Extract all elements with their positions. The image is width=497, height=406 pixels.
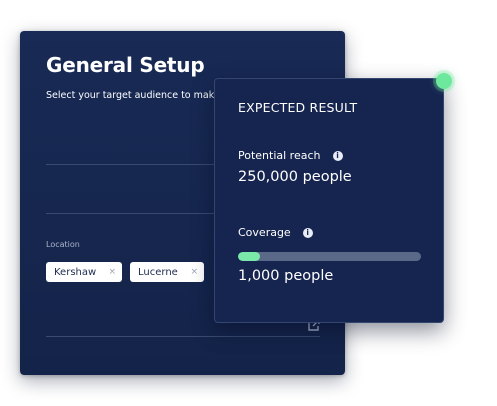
coverage-progress-bar: [238, 252, 421, 261]
page-title: General Setup: [46, 53, 205, 77]
coverage-text: Coverage: [238, 226, 291, 239]
coverage-value: 1,000 people: [238, 268, 334, 284]
coverage-label: Coverage i: [238, 226, 313, 239]
info-icon[interactable]: i: [302, 227, 313, 238]
close-icon[interactable]: ×: [108, 267, 116, 277]
coverage-progress-fill: [238, 252, 260, 261]
result-title: EXPECTED RESULT: [238, 100, 358, 115]
chip-label: Lucerne: [138, 266, 178, 278]
expected-result-card: EXPECTED RESULT Potential reach i 250,00…: [214, 78, 444, 323]
info-icon[interactable]: i: [332, 150, 343, 161]
potential-reach-text: Potential reach: [238, 149, 321, 162]
location-chip-kershaw[interactable]: Kershaw ×: [46, 262, 122, 282]
chip-label: Kershaw: [54, 266, 97, 278]
close-icon[interactable]: ×: [190, 267, 198, 277]
stage: General Setup Select your target audienc…: [0, 0, 497, 406]
field-divider: [46, 336, 320, 337]
status-indicator: [436, 73, 452, 89]
potential-reach-label: Potential reach i: [238, 149, 343, 162]
potential-reach-value: 250,000 people: [238, 169, 352, 185]
location-chip-lucerne[interactable]: Lucerne ×: [130, 262, 204, 282]
location-label: Location: [46, 240, 80, 249]
